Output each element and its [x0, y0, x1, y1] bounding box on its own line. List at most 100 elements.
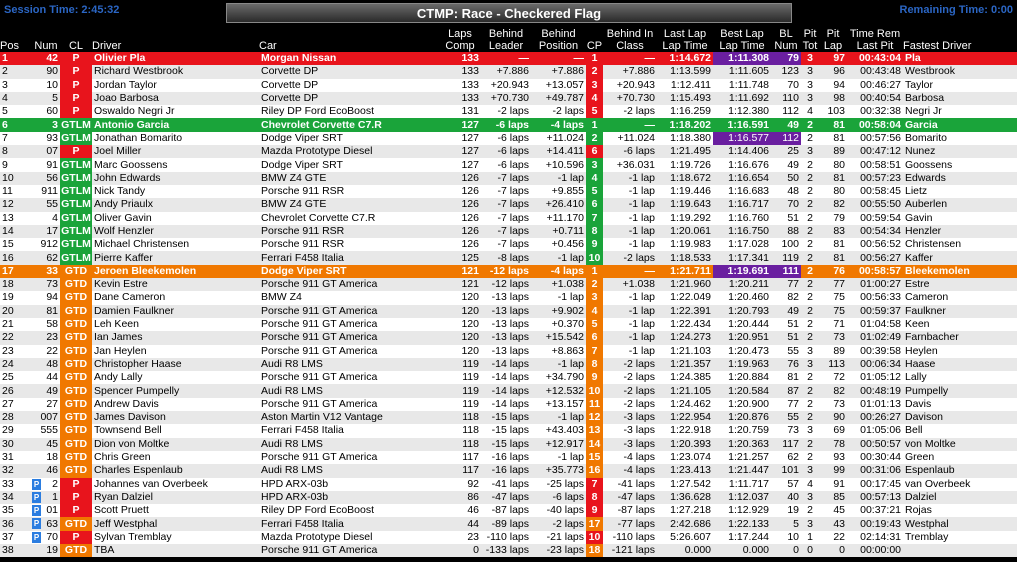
table-row[interactable]: 34 P 1 P Ryan Dalziel HPD ARX-03b 86 -47 laps -6… — [0, 490, 1017, 505]
col-pit-lap[interactable]: Pit Lap — [819, 27, 847, 52]
num-cell: P 01 — [32, 504, 60, 517]
table-row[interactable]: 1 42 P Olivier Pla Morgan Nissan 133— —1—1:14.… — [0, 52, 1017, 66]
driver-cell: Spencer Pumpelly — [94, 384, 180, 397]
behind-in-class-cell: -1 lap — [628, 344, 655, 357]
table-row[interactable]: 38 19 GTD TBA Porsche 911 GT America 0 -133 la… — [0, 543, 1017, 558]
pit-total-cell: 2 — [807, 304, 813, 317]
pit-total-cell: 2 — [807, 451, 813, 464]
table-row[interactable]: 27 27 GTD Andrew Davis Porsche 911 GT Americ… — [0, 397, 1017, 412]
last-lap-cell: 1:21.105 — [670, 384, 711, 397]
col-driver[interactable]: Driver — [92, 27, 259, 52]
table-row[interactable]: 14 17 GTLM Wolf Henzler Porsche 911 RSR 126 -7… — [0, 224, 1017, 239]
best-lap-num-cell: 50 — [787, 171, 799, 184]
table-row[interactable]: 3 10 P Jordan Taylor Corvette DP 133 +20.943 +1… — [0, 78, 1017, 92]
table-row[interactable]: 37 P 70 P Sylvan Tremblay Mazda Prototype Die… — [0, 530, 1017, 544]
col-laps-comp[interactable]: Laps Comp — [439, 27, 481, 52]
table-row[interactable]: 25 44 GTD Andy Lally Porsche 911 GT America 1… — [0, 371, 1017, 385]
col-pit-tot[interactable]: Pit Tot — [801, 27, 819, 52]
col-behind-leader[interactable]: Behind Leader — [481, 27, 531, 52]
table-row[interactable]: 30 45 GTD Dion von Moltke Audi R8 LMS 118 -15 … — [0, 437, 1017, 451]
table-row[interactable]: 33 P 2 P Johannes van Overbeek HPD ARX-03b 92-… — [0, 477, 1017, 491]
best-lap-cell: 1:20.473 — [728, 344, 769, 357]
col-num[interactable]: Num — [32, 27, 60, 52]
table-row[interactable]: 23 22 GTD Jan Heylen Porsche 911 GT America 1… — [0, 344, 1017, 358]
col-behind-in-class[interactable]: Behind In Class — [603, 27, 657, 52]
table-row[interactable]: 17 33 GTD Jeroen Bleekemolen Dodge Viper SRT… — [0, 264, 1017, 279]
best-lap-cell: 1:20.460 — [728, 291, 769, 304]
table-row[interactable]: 9 91 GTLM Marc Goossens Dodge Viper SRT 127 -6… — [0, 158, 1017, 172]
col-behind-position[interactable]: Behind Position — [531, 27, 586, 52]
car-cell: Riley DP Ford EcoBoost — [261, 504, 375, 517]
table-row[interactable]: 5 60 P Oswaldo Negri Jr Riley DP Ford EcoBoo… — [0, 105, 1017, 119]
col-pos[interactable]: Pos — [0, 27, 32, 52]
class-badge: GTLM — [60, 211, 92, 225]
last-lap-cell: 1:22.918 — [670, 424, 711, 437]
col-best-lap[interactable]: Best Lap Lap Time — [713, 27, 771, 52]
best-lap-cell: 1:20.444 — [728, 318, 769, 331]
table-row[interactable]: 15 912 GTLM Michael Christensen Porsche 911 … — [0, 238, 1017, 252]
laps-cell: 92 — [467, 477, 479, 490]
driver-cell: Richard Westbrook — [94, 65, 184, 78]
behind-position-cell: +12.532 — [545, 384, 584, 397]
col-cl[interactable]: CL — [60, 27, 92, 52]
table-row[interactable]: 32 46 GTD Charles Espenlaub Audi R8 LMS 117 -1… — [0, 464, 1017, 478]
laps-cell: 46 — [467, 504, 479, 517]
laps-cell: 126 — [461, 198, 479, 211]
table-row[interactable]: 20 81 GTD Damien Faulkner Porsche 911 GT Ame… — [0, 304, 1017, 318]
last-lap-cell: 0.000 — [684, 544, 711, 557]
behind-leader-cell: -16 laps — [491, 464, 529, 477]
pit-lap-cell: 75 — [833, 291, 845, 304]
time-rem-cell: 00:26:27 — [860, 411, 901, 424]
table-row[interactable]: 36 P 63 GTD Jeff Westphal Ferrari F458 Italia… — [0, 517, 1017, 531]
col-last-lap[interactable]: Last Lap Lap Time — [657, 27, 713, 52]
table-row[interactable]: 19 94 GTD Dane Cameron BMW Z4 120 -13 laps -1 l… — [0, 291, 1017, 305]
behind-leader-cell: -133 laps — [485, 544, 529, 557]
pit-total-cell: 3 — [807, 424, 813, 437]
car-cell: Ferrari F458 Italia — [261, 424, 344, 437]
pit-lap-cell: 45 — [833, 504, 845, 517]
col-time-rem[interactable]: Time Rem Last Pit — [847, 27, 903, 52]
table-row[interactable]: 18 73 GTD Kevin Estre Porsche 911 GT America… — [0, 278, 1017, 292]
table-row[interactable]: 28 007 GTD James Davison Aston Martin V12 Va… — [0, 411, 1017, 425]
table-row[interactable]: 21 58 GTD Leh Keen Porsche 911 GT America 120… — [0, 317, 1017, 332]
table-row[interactable]: 13 4 GTLM Oliver Gavin Chevrolet Corvette C7… — [0, 211, 1017, 225]
table-row[interactable]: 10 56 GTLM John Edwards BMW Z4 GTE 126 -7 laps… — [0, 171, 1017, 185]
col-fastest-driver[interactable]: Fastest Driver — [903, 27, 1017, 52]
table-row[interactable]: 16 62 GTLM Pierre Kaffer Ferrari F458 Italia… — [0, 251, 1017, 265]
num-cell: 56 — [46, 171, 58, 184]
table-row[interactable]: 12 55 GTLM Andy Priaulx BMW Z4 GTE 126 -7 laps… — [0, 198, 1017, 212]
table-row[interactable]: 29 555 GTD Townsend Bell Ferrari F458 Italia… — [0, 424, 1017, 438]
class-badge: GTD — [60, 317, 92, 332]
car-cell: Porsche 911 GT America — [261, 304, 378, 317]
car-cell: Porsche 911 GT America — [261, 278, 378, 291]
laps-cell: 121 — [461, 264, 479, 277]
pit-total-cell: 1 — [807, 530, 813, 543]
behind-position-cell: -4 laps — [550, 264, 584, 277]
table-row[interactable]: 7 93 GTLM Jonathan Bomarito Dodge Viper SRT 1… — [0, 131, 1017, 146]
table-row[interactable]: 31 18 GTD Chris Green Porsche 911 GT America… — [0, 450, 1017, 465]
table-row[interactable]: 35 P 01 P Scott Pruett Riley DP Ford EcoBoost… — [0, 504, 1017, 518]
col-car[interactable]: Car — [259, 27, 439, 52]
table-row[interactable]: 8 07 P Joel Miller Mazda Prototype Diesel 127… — [0, 145, 1017, 159]
behind-position-cell: -40 laps — [546, 504, 584, 517]
pit-lap-cell: 77 — [833, 278, 845, 291]
pit-total-cell: 0 — [807, 544, 813, 557]
table-row[interactable]: 24 48 GTD Christopher Haase Audi R8 LMS 119 -1… — [0, 357, 1017, 372]
fastest-driver-cell: Bell — [905, 424, 923, 437]
table-row[interactable]: 4 5 P Joao Barbosa Corvette DP 133 +70.730 +49.… — [0, 91, 1017, 106]
class-badge: GTD — [60, 264, 92, 279]
behind-position-cell: -1 lap — [557, 291, 584, 304]
table-row[interactable]: 22 23 GTD Ian James Porsche 911 GT America 12… — [0, 331, 1017, 345]
table-row[interactable]: 26 49 GTD Spencer Pumpelly Audi R8 LMS 119 -14… — [0, 384, 1017, 398]
table-row[interactable]: 6 3 GTLM Antonio Garcia Chevrolet Corvette C… — [0, 118, 1017, 132]
best-lap-cell: 1:11.605 — [728, 65, 769, 78]
class-position-badge: 1 — [586, 118, 603, 132]
behind-position-cell: -6 laps — [552, 490, 584, 503]
last-lap-cell: 1:22.391 — [670, 304, 711, 317]
table-row[interactable]: 2 90 P Richard Westbrook Corvette DP 133 +7.88… — [0, 65, 1017, 79]
table-row[interactable]: 11 911 GTLM Nick Tandy Porsche 911 RSR 126 -7 … — [0, 184, 1017, 199]
col-cp[interactable]: CP — [586, 27, 603, 52]
car-cell: Corvette DP — [261, 65, 319, 78]
num-cell: 93 — [46, 131, 58, 144]
col-bl-num[interactable]: BL Num — [771, 27, 801, 52]
